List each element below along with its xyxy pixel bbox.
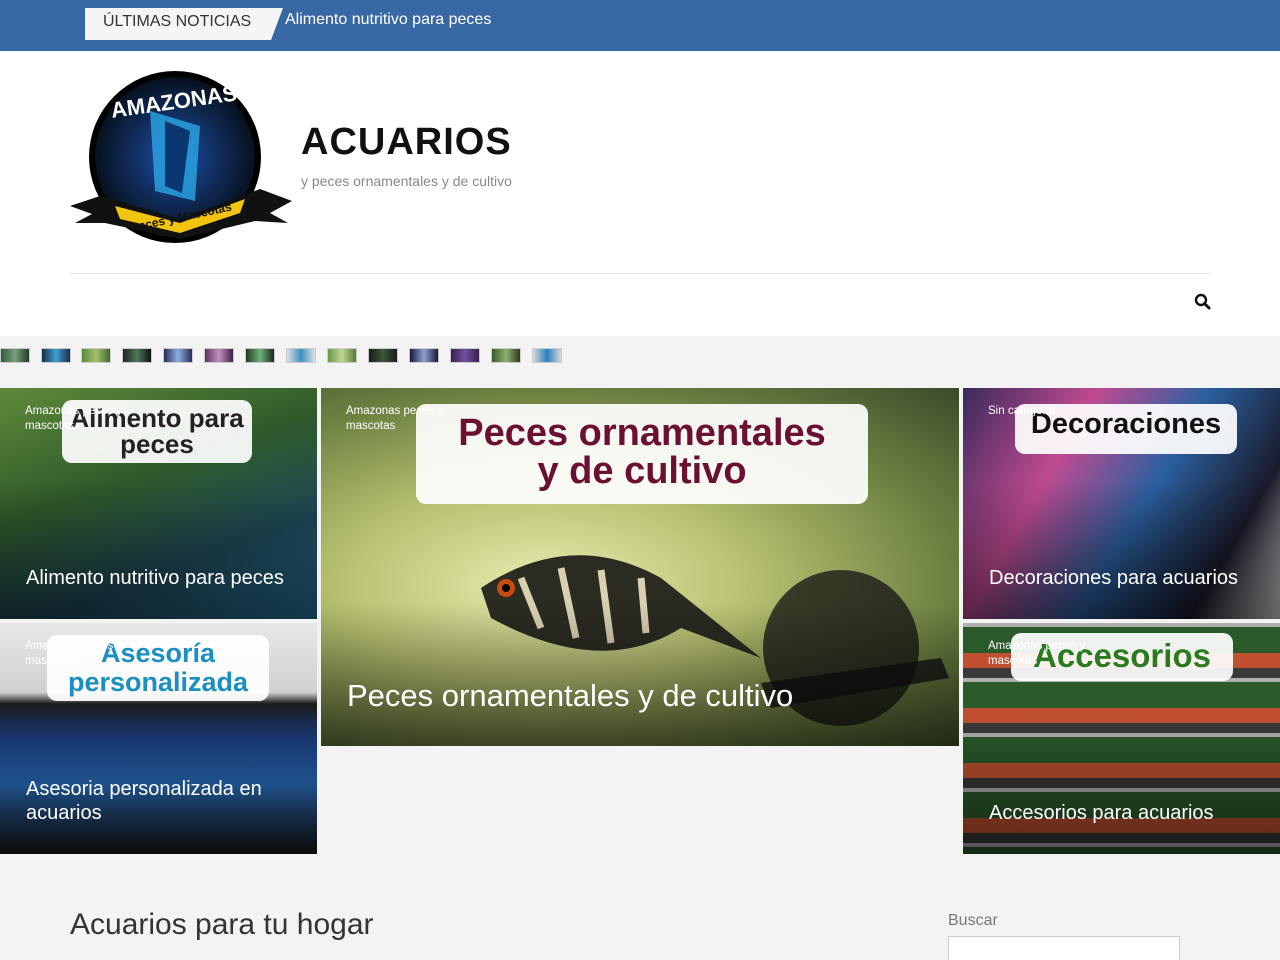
breaking-news-bar: ÚLTIMAS NOTICIAS Alimento nutritivo para… [0,0,1280,51]
post-title[interactable]: Asesoria personalizada en acuarios [26,777,286,825]
thumbnail[interactable] [409,348,439,363]
post-category[interactable]: Amazonas peces y mascotas [25,639,135,669]
site-description: y peces ornamentales y de cultivo [301,173,512,189]
post-title[interactable]: Accesorios para acuarios [989,801,1214,825]
post-category[interactable]: Amazonas peces y mascotas [25,404,135,434]
thumbnail[interactable] [81,348,111,363]
site-title[interactable]: ACUARIOS [301,121,512,164]
thumbnail[interactable] [532,348,562,363]
featured-post-alimento[interactable]: Alimento para peces Amazonas peces y mas… [0,388,317,619]
thumbnail[interactable] [41,348,71,363]
featured-post-decoraciones[interactable]: Decoraciones Sin categoría Decoraciones … [963,388,1280,619]
thumbnail[interactable] [286,348,316,363]
thumbnail[interactable] [491,348,521,363]
featured-post-peces[interactable]: Peces ornamentales y de cultivo Amazonas… [321,388,959,746]
image-banner: Peces ornamentales y de cultivo [416,404,868,504]
search-icon[interactable] [1194,293,1212,311]
post-title[interactable]: Peces ornamentales y de cultivo [347,678,793,714]
breaking-news-label: ÚLTIMAS NOTICIAS [85,8,283,40]
featured-post-asesoria[interactable]: Asesoría personalizada Amazonas peces y … [0,623,317,854]
thumbnail[interactable] [0,348,30,363]
thumbnail[interactable] [368,348,398,363]
post-category[interactable]: Amazonas peces y mascotas [346,404,456,434]
site-header: AMAZONAS Peces y Mascotas ACUARIOS y pec… [0,51,1280,336]
post-title[interactable]: Alimento nutritivo para peces [26,566,284,590]
sidebar-search-label: Buscar [948,912,998,929]
post-title[interactable]: Decoraciones para acuarios [989,566,1238,590]
thumbnail[interactable] [327,348,357,363]
thumbnail[interactable] [245,348,275,363]
breaking-news-link[interactable]: Alimento nutritivo para peces [285,11,491,29]
site-logo[interactable]: AMAZONAS Peces y Mascotas [70,71,292,245]
thumbnail[interactable] [163,348,193,363]
sidebar-search-input[interactable] [948,936,1180,960]
thumbnail[interactable] [122,348,152,363]
post-category[interactable]: Sin categoría [988,404,1098,419]
thumbnail[interactable] [204,348,234,363]
section-heading: Acuarios para tu hogar [70,908,374,941]
header-divider [70,273,1211,274]
thumbnail[interactable] [450,348,480,363]
post-category[interactable]: Amazonas peces y mascotas [988,639,1098,669]
featured-post-accesorios[interactable]: Accesorios Amazonas peces y mascotas Acc… [963,623,1280,854]
